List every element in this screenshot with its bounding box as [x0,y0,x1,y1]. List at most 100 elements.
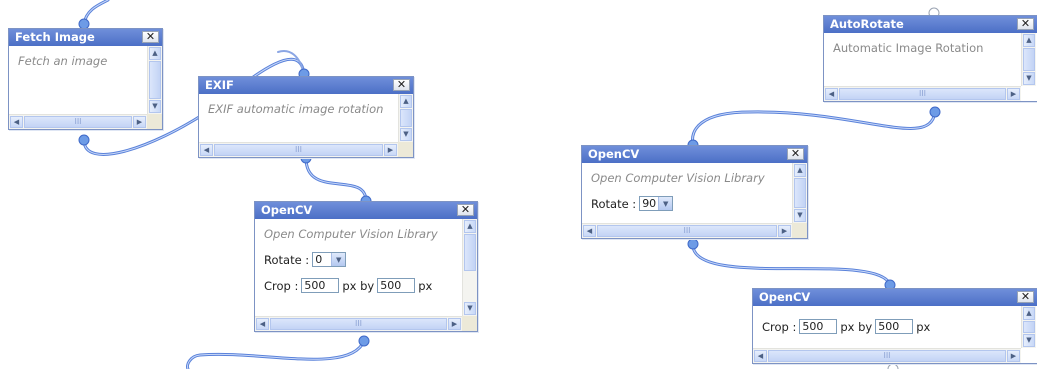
close-button[interactable]: ✕ [393,79,410,91]
module-title: OpenCV [588,147,640,161]
vertical-scrollbar[interactable]: ▲ ▼ [1021,306,1036,348]
terminal-opencv-crop-out [887,363,899,369]
chevron-down-icon[interactable]: ▼ [658,197,673,210]
module-description: Open Computer Vision Library [264,227,438,241]
scroll-thumb[interactable] [1023,321,1035,333]
scroll-left-arrow-icon[interactable]: ◀ [200,144,213,156]
scroll-corner [398,142,413,157]
scroll-right-arrow-icon[interactable]: ▶ [1007,88,1020,100]
module-titlebar[interactable]: OpenCV [753,289,1037,306]
wire-autorotate-to-opencv [691,110,937,147]
horizontal-scrollbar[interactable]: ◀ III ▶ [753,348,1021,363]
crop-by-label: px by [342,278,375,293]
scroll-left-arrow-icon[interactable]: ◀ [10,116,23,128]
rotate-select[interactable]: 0 ▼ [312,252,347,267]
scroll-right-arrow-icon[interactable]: ▶ [133,116,146,128]
scroll-right-arrow-icon[interactable]: ▶ [778,225,791,237]
scroll-thumb[interactable]: III [597,225,777,237]
terminal-fetch-out [78,134,90,146]
vertical-scrollbar[interactable]: ▲ ▼ [147,46,162,114]
scroll-down-arrow-icon[interactable]: ▼ [464,302,476,315]
module-body: EXIF automatic image rotation [199,94,398,142]
module-titlebar[interactable]: Fetch Image [9,29,162,46]
scroll-thumb[interactable]: III [839,88,1006,100]
close-button[interactable]: ✕ [142,31,159,43]
scroll-down-arrow-icon[interactable]: ▼ [149,100,161,113]
scroll-left-arrow-icon[interactable]: ◀ [256,318,269,330]
crop-height-input[interactable]: 500 [875,319,914,334]
opencv-left-module[interactable]: OpenCV ✕ Open Computer Vision Library Ro… [254,201,478,332]
module-description: Open Computer Vision Library [591,171,765,185]
horizontal-scrollbar[interactable]: ◀ III ▶ [582,223,792,238]
crop-width-input[interactable]: 500 [799,319,838,334]
module-body: Crop : 500 px by 500 px [753,306,1021,348]
scroll-down-arrow-icon[interactable]: ▼ [400,128,412,141]
crop-label: Crop : [762,319,797,334]
vertical-scrollbar[interactable]: ▲ ▼ [792,163,807,223]
scroll-left-arrow-icon[interactable]: ◀ [825,88,838,100]
scroll-up-arrow-icon[interactable]: ▲ [400,95,412,108]
module-description: EXIF automatic image rotation [208,102,384,116]
scroll-thumb[interactable]: III [24,116,132,128]
rotate-value: 0 [315,253,323,266]
scroll-thumb[interactable]: III [270,318,447,330]
scroll-left-arrow-icon[interactable]: ◀ [583,225,596,237]
scroll-thumb[interactable] [149,61,161,99]
rotate-value: 90 [642,197,657,210]
scroll-down-arrow-icon[interactable]: ▼ [1023,334,1035,347]
scroll-corner [462,316,477,331]
opencv-crop-module[interactable]: OpenCV ✕ Crop : 500 px by 500 px ▲ ▼ ◀ I… [752,288,1037,364]
fetch-image-module[interactable]: Fetch Image ✕ Fetch an image ▲ ▼ ◀ III ▶ [8,28,163,130]
opencv-rotate-module[interactable]: OpenCV ✕ Open Computer Vision Library Ro… [581,145,808,239]
module-title: EXIF [205,78,234,92]
chevron-down-icon[interactable]: ▼ [331,253,346,266]
scroll-up-arrow-icon[interactable]: ▲ [464,220,476,233]
exif-module[interactable]: EXIF ✕ EXIF automatic image rotation ▲ ▼… [198,76,414,158]
horizontal-scrollbar[interactable]: ◀ III ▶ [255,316,462,331]
scroll-up-arrow-icon[interactable]: ▲ [1023,34,1035,47]
scroll-thumb[interactable]: III [768,350,1006,362]
module-title: AutoRotate [830,17,904,31]
terminal-autorotate-out [929,106,941,118]
close-button[interactable]: ✕ [457,204,474,216]
module-titlebar[interactable]: OpenCV [582,146,807,163]
module-body: Fetch an image [9,46,147,114]
vertical-scrollbar[interactable]: ▲ ▼ [398,94,413,142]
scroll-thumb[interactable]: III [214,144,383,156]
module-body: Open Computer Vision Library Rotate : 90… [582,163,792,223]
scroll-left-arrow-icon[interactable]: ◀ [754,350,767,362]
autorotate-module[interactable]: AutoRotate ✕ Automatic Image Rotation ▲ … [823,15,1037,102]
close-button[interactable]: ✕ [787,148,804,160]
scroll-up-arrow-icon[interactable]: ▲ [794,164,806,177]
vertical-scrollbar[interactable]: ▲ ▼ [1021,33,1036,86]
scroll-corner [792,223,807,238]
scroll-up-arrow-icon[interactable]: ▲ [149,47,161,60]
scroll-right-arrow-icon[interactable]: ▶ [1007,350,1020,362]
horizontal-scrollbar[interactable]: ◀ III ▶ [199,142,398,157]
crop-width-input[interactable]: 500 [301,278,340,293]
scroll-down-arrow-icon[interactable]: ▼ [794,209,806,222]
close-button[interactable]: ✕ [1017,291,1034,303]
horizontal-scrollbar[interactable]: ◀ III ▶ [824,86,1021,101]
scroll-thumb[interactable] [1023,48,1035,71]
scroll-thumb[interactable] [400,109,412,127]
scroll-right-arrow-icon[interactable]: ▶ [384,144,397,156]
scroll-right-arrow-icon[interactable]: ▶ [448,318,461,330]
close-button[interactable]: ✕ [1017,18,1034,30]
module-titlebar[interactable]: OpenCV [255,202,477,219]
scroll-down-arrow-icon[interactable]: ▼ [1023,72,1035,85]
vertical-scrollbar[interactable]: ▲ ▼ [462,219,477,316]
module-title: Fetch Image [15,30,95,44]
crop-unit-label: px [418,278,433,293]
horizontal-scrollbar[interactable]: ◀ III ▶ [9,114,147,129]
module-title: OpenCV [759,290,811,304]
module-titlebar[interactable]: EXIF [199,77,413,94]
rotate-label: Rotate : [591,196,637,211]
scroll-up-arrow-icon[interactable]: ▲ [1023,307,1035,320]
scroll-thumb[interactable] [794,178,806,208]
crop-height-input[interactable]: 500 [377,278,416,293]
rotate-select[interactable]: 90 ▼ [639,196,674,211]
module-titlebar[interactable]: AutoRotate [824,16,1037,33]
rotate-label: Rotate : [264,252,310,267]
scroll-thumb[interactable] [464,234,476,271]
